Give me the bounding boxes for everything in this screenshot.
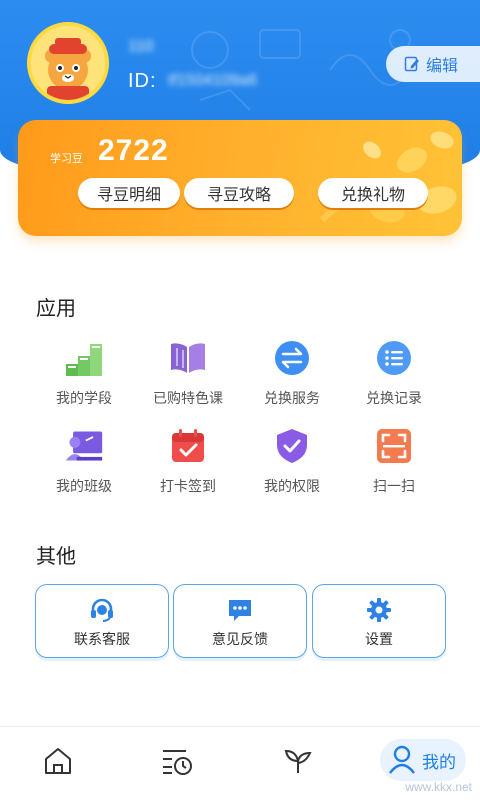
- beans-card: 学习豆 2722 寻豆明细 寻豆攻略 兑换礼物: [18, 120, 462, 236]
- sprout-icon: [284, 749, 312, 773]
- contact-support-button[interactable]: 联系客服: [35, 584, 169, 658]
- bean-guide-button[interactable]: 寻豆攻略: [184, 178, 294, 208]
- other-label: 意见反馈: [212, 631, 268, 647]
- headset-icon: [91, 598, 113, 622]
- nav-mine-label: 我的: [422, 752, 456, 772]
- app-my-stage[interactable]: 我的学段: [34, 338, 134, 408]
- feedback-button[interactable]: 意见反馈: [173, 584, 307, 658]
- calendar-check-icon: [172, 429, 204, 462]
- bean-detail-button[interactable]: 寻豆明细: [78, 178, 180, 208]
- other-label: 联系客服: [74, 631, 130, 647]
- nav-home[interactable]: [42, 745, 74, 777]
- redeem-gift-button[interactable]: 兑换礼物: [318, 178, 428, 208]
- bottom-nav: 我的 www.kkx.net: [0, 726, 480, 800]
- other-section-title: 其他: [36, 546, 76, 568]
- app-exchange-service[interactable]: 兑换服务: [242, 338, 342, 408]
- watermark: www.kkx.net: [405, 780, 472, 794]
- app-label: 兑换服务: [264, 390, 320, 406]
- exchange-icon: [275, 341, 309, 375]
- edit-icon: [404, 56, 419, 72]
- apps-section-title: 应用: [36, 298, 76, 320]
- home-icon: [45, 748, 71, 774]
- book-icon: [171, 343, 205, 373]
- edit-label: 编辑: [426, 58, 459, 75]
- user-icon: [389, 745, 415, 774]
- class-icon: [65, 431, 103, 461]
- app-check-in[interactable]: 打卡签到: [138, 426, 238, 496]
- user-id-value: tf1504109a6: [168, 72, 257, 89]
- tiger-avatar-icon: [31, 26, 105, 100]
- settings-button[interactable]: 设置: [312, 584, 446, 658]
- app-label: 打卡签到: [160, 478, 216, 494]
- beans-count: 2722: [98, 134, 169, 167]
- shield-check-icon: [277, 429, 307, 463]
- nav-mine[interactable]: 我的: [388, 745, 456, 775]
- app-exchange-records[interactable]: 兑换记录: [344, 338, 444, 408]
- stairs-icon: [66, 344, 102, 376]
- app-my-class[interactable]: 我的班级: [34, 426, 134, 496]
- feedback-icon: [229, 600, 251, 621]
- scan-icon: [377, 429, 411, 463]
- app-label: 我的学段: [56, 390, 112, 406]
- nav-history[interactable]: [160, 745, 194, 777]
- app-purchased-courses[interactable]: 已购特色课: [138, 338, 238, 408]
- user-id-label: ID:: [128, 70, 157, 92]
- app-label: 我的权限: [264, 478, 320, 494]
- beans-label: 学习豆: [50, 153, 83, 165]
- avatar[interactable]: [27, 22, 109, 104]
- gear-icon: [367, 598, 391, 622]
- history-icon: [163, 750, 192, 775]
- app-label: 扫一扫: [373, 478, 415, 494]
- other-label: 设置: [365, 631, 393, 647]
- app-my-permissions[interactable]: 我的权限: [242, 426, 342, 496]
- nav-grow[interactable]: [282, 745, 314, 777]
- app-scan[interactable]: 扫一扫: [344, 426, 444, 496]
- edit-profile-button[interactable]: 编辑: [386, 46, 480, 82]
- app-label: 我的班级: [56, 478, 112, 494]
- user-name: 110: [128, 38, 154, 55]
- app-label: 已购特色课: [153, 390, 223, 406]
- list-icon: [377, 341, 411, 375]
- app-label: 兑换记录: [366, 390, 422, 406]
